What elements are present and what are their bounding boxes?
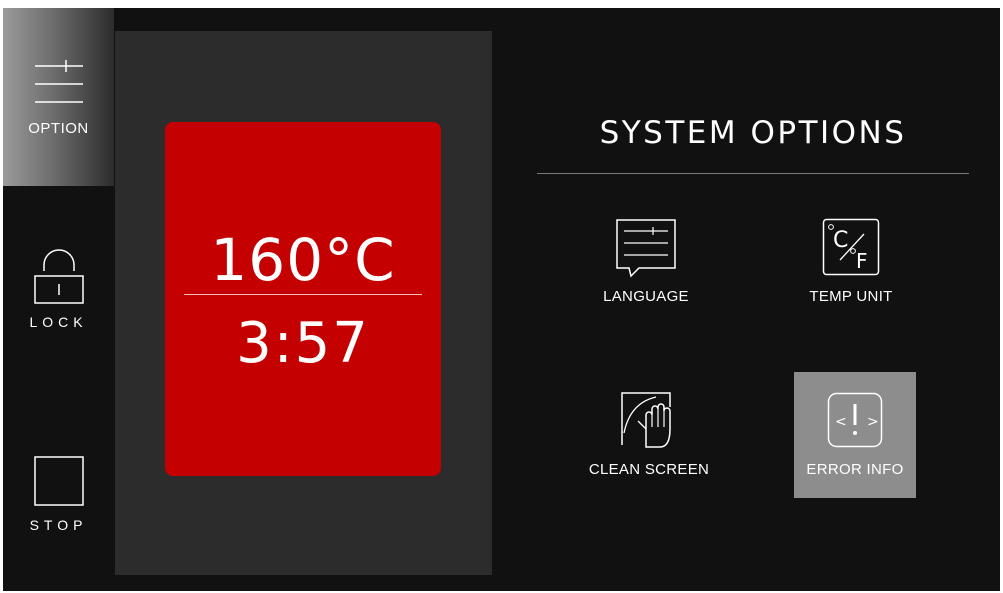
stop-button[interactable]: STOP [3,455,114,545]
lock-label: LOCK [29,314,88,330]
time-remaining: 3:57 [236,311,370,376]
lock-button[interactable]: LOCK [3,248,114,348]
clean-screen-hand-icon [621,392,671,448]
clean-screen-option[interactable]: CLEAN SCREEN [588,377,710,503]
temperature-unit: °C [324,226,396,294]
oven-status-panel: 160°C 3:57 [115,31,492,575]
sidebar: OPTION LOCK STOP [3,8,114,591]
temperature-value: 160 [210,226,325,294]
option-button[interactable]: OPTION [3,8,114,186]
temp-unit-label: TEMP UNIT [809,288,893,305]
svg-text:C: C [833,228,848,253]
language-label: LANGUAGE [603,288,689,305]
card-divider [184,294,422,295]
title-divider [537,173,969,174]
temp-unit-option[interactable]: C F TEMP UNIT [790,206,912,332]
padlock-icon [33,249,84,304]
error-info-option[interactable]: < > ERROR INFO [794,372,916,498]
error-exclamation-icon: < > [827,392,883,448]
language-speech-icon [616,219,676,278]
cooking-status-card[interactable]: 160°C 3:57 [165,122,441,476]
svg-text:F: F [856,249,868,273]
temperature-readout: 160°C [165,226,441,294]
clean-screen-label: CLEAN SCREEN [588,461,710,478]
language-option[interactable]: LANGUAGE [585,206,707,332]
svg-text:<: < [835,414,847,430]
stop-label: STOP [29,517,88,533]
celsius-fahrenheit-icon: C F [822,218,880,276]
menu-lines-icon [34,60,83,103]
stop-square-icon [33,456,84,506]
svg-text:>: > [867,414,879,430]
oven-screen: OPTION LOCK STOP 160°C 3:57 SYSTEM OPTIO… [3,8,1000,591]
option-label: OPTION [28,120,89,137]
page-title: SYSTEM OPTIONS [599,115,907,151]
error-info-label: ERROR INFO [806,461,904,478]
